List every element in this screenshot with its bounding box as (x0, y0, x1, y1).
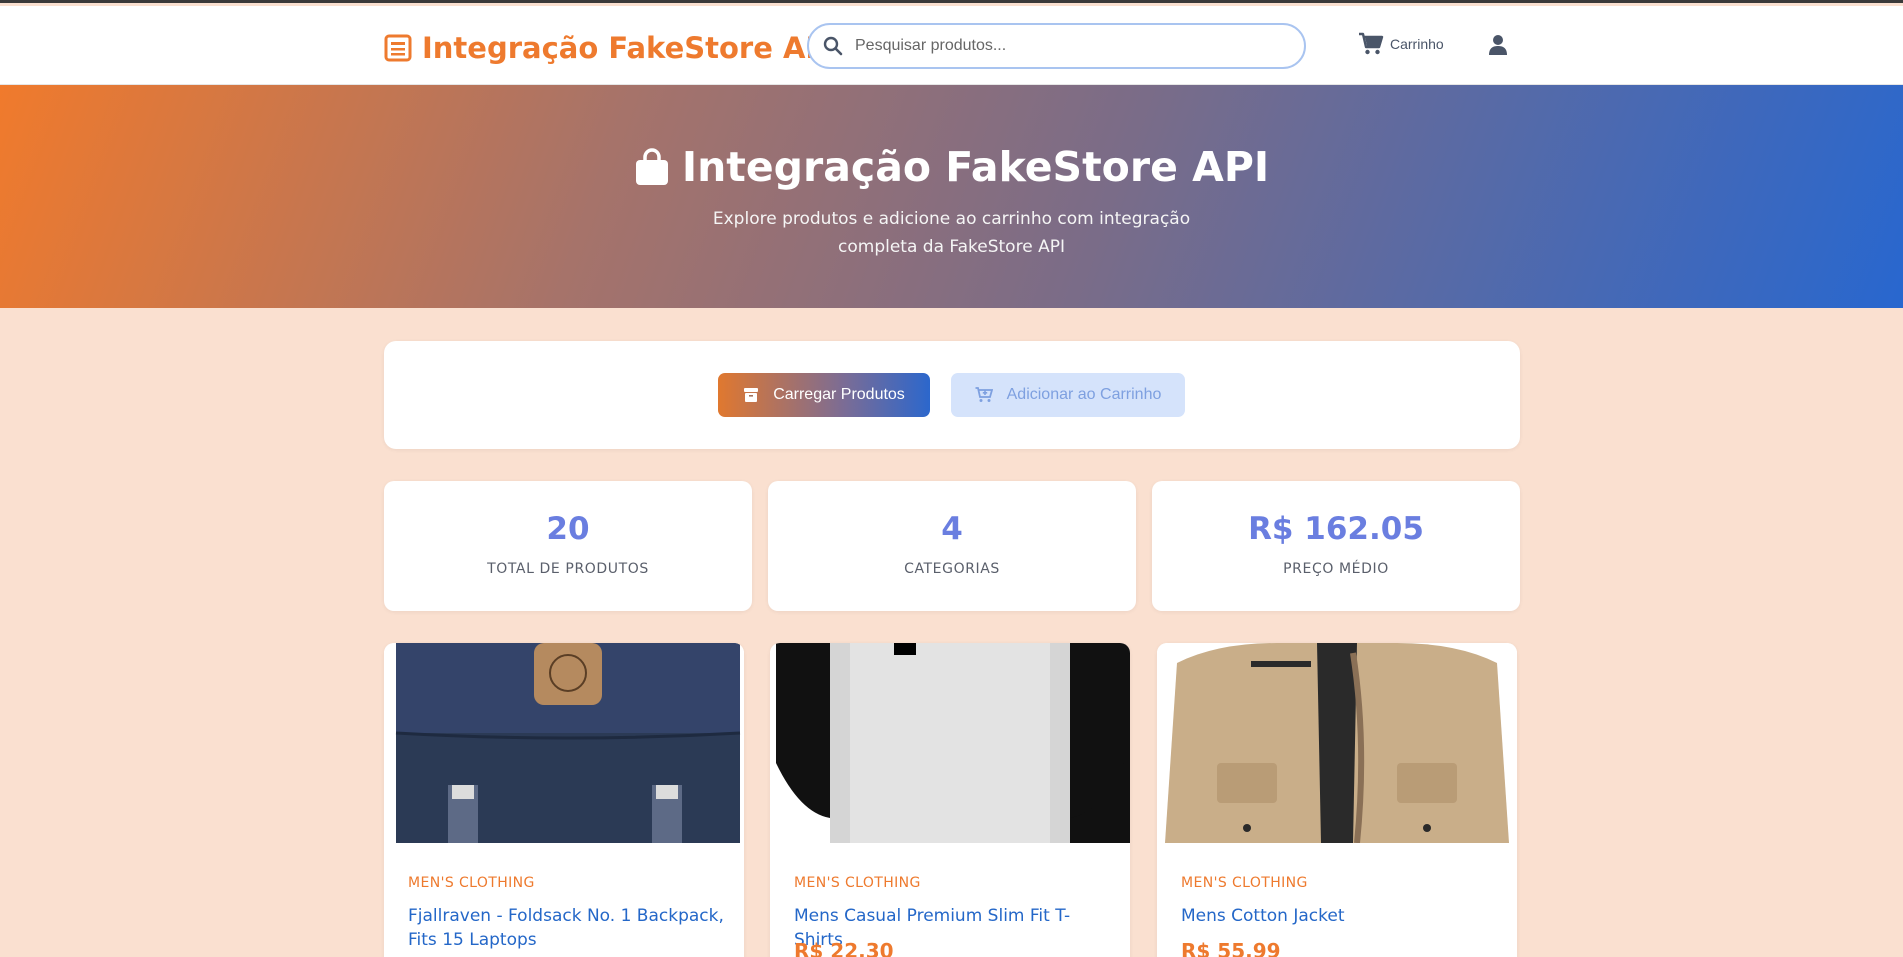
stat-value: 20 (546, 511, 590, 547)
shopping-bag-icon (635, 148, 668, 185)
hero-title-text: Integração FakeStore API (681, 143, 1270, 191)
newspaper-icon (384, 34, 412, 62)
hero-banner: Integração FakeStore API Explore produto… (0, 85, 1903, 308)
product-category: MEN'S CLOTHING (794, 875, 921, 891)
product-image-backpack (384, 643, 744, 843)
load-products-label: Carregar Produtos (773, 386, 905, 403)
product-card[interactable]: MEN'S CLOTHING Mens Cotton Jacket R$ 55.… (1157, 643, 1517, 957)
box-icon (744, 388, 759, 402)
cart-plus-icon (975, 387, 993, 402)
search-input[interactable] (855, 37, 1275, 55)
product-image-jacket (1157, 643, 1517, 843)
cart-link[interactable]: Carrinho (1358, 32, 1444, 56)
product-card[interactable]: MEN'S CLOTHING Fjallraven - Foldsack No.… (384, 643, 744, 957)
product-title[interactable]: Mens Cotton Jacket (1181, 904, 1501, 928)
product-image-tshirt (770, 643, 1130, 843)
product-title[interactable]: Fjallraven - Foldsack No. 1 Backpack, Fi… (408, 904, 728, 952)
user-icon (1489, 35, 1507, 55)
add-to-cart-label: Adicionar ao Carrinho (1006, 386, 1162, 403)
cart-icon (1359, 32, 1384, 55)
search-box[interactable] (807, 23, 1306, 69)
product-category: MEN'S CLOTHING (408, 875, 535, 891)
brand-logo[interactable]: Integração FakeStore API (384, 28, 837, 68)
brand-name: Integração FakeStore API (422, 31, 838, 65)
stat-label: PREÇO MÉDIO (1283, 561, 1389, 577)
hero-subtitle: Explore produtos e adicione ao carrinho … (712, 209, 1191, 257)
product-card[interactable]: MEN'S CLOTHING Mens Casual Premium Slim … (770, 643, 1130, 957)
stat-value: R$ 162.05 (1248, 511, 1424, 547)
product-price: R$ 22.30 (794, 939, 894, 957)
stat-label: TOTAL DE PRODUTOS (487, 561, 649, 577)
product-price: R$ 55.99 (1181, 939, 1281, 957)
stat-label: CATEGORIAS (904, 561, 1000, 577)
search-icon (823, 36, 843, 56)
hero-title: Integração FakeStore API (0, 143, 1903, 191)
product-category: MEN'S CLOTHING (1181, 875, 1308, 891)
load-products-button[interactable]: Carregar Produtos (718, 373, 930, 417)
stat-value: 4 (941, 511, 963, 547)
stat-total-products: 20 TOTAL DE PRODUTOS (384, 481, 752, 611)
stat-categories: 4 CATEGORIAS (768, 481, 1136, 611)
stat-average-price: R$ 162.05 PREÇO MÉDIO (1152, 481, 1520, 611)
add-to-cart-button[interactable]: Adicionar ao Carrinho (951, 373, 1185, 417)
top-navbar: Integração FakeStore API Carrinho (0, 6, 1903, 85)
user-account-button[interactable] (1488, 34, 1508, 61)
cart-label: Carrinho (1390, 36, 1444, 52)
action-panel: Carregar Produtos Adicionar ao Carrinho (384, 341, 1520, 449)
